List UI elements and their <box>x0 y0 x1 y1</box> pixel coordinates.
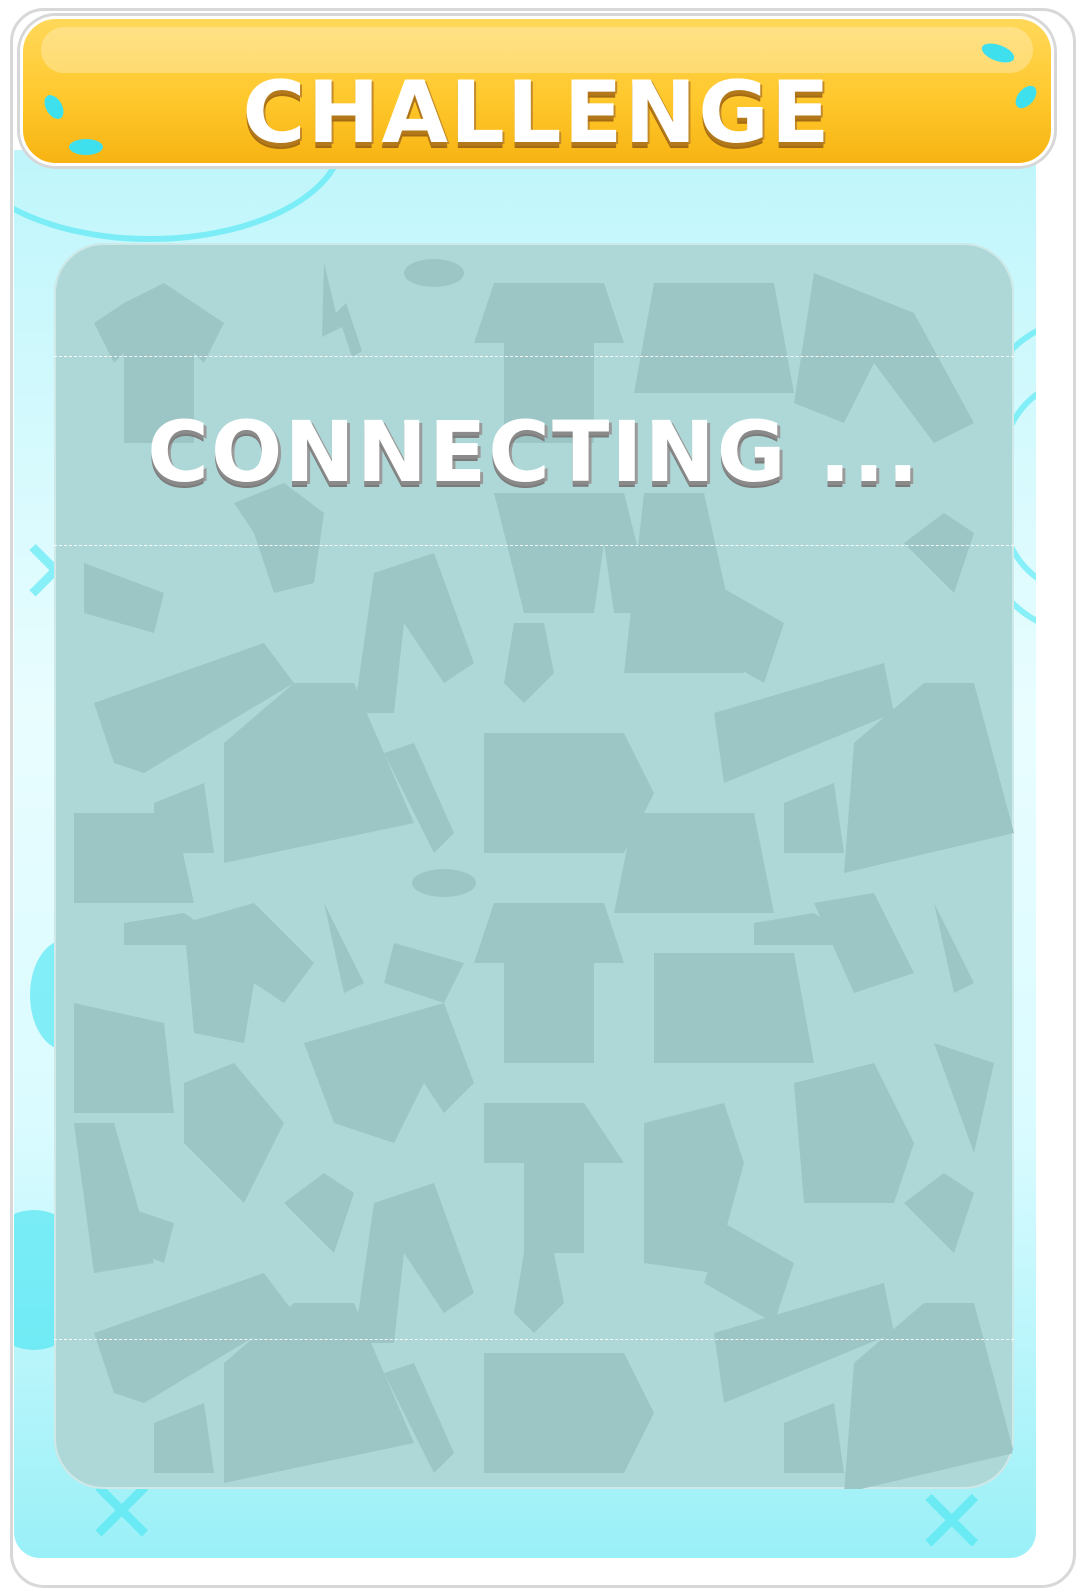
glove-icon <box>934 903 974 993</box>
glove-icon <box>324 903 364 993</box>
bra-icon <box>412 869 476 897</box>
tshirt-icon <box>474 903 624 1063</box>
shoe-icon <box>904 1173 974 1253</box>
connecting-status: CONNECTING ... <box>147 403 921 501</box>
divider-line <box>54 545 1014 546</box>
shoe-icon <box>904 513 974 593</box>
shirt-icon <box>794 1063 914 1203</box>
pants-icon <box>354 553 474 713</box>
glove-icon <box>322 263 362 357</box>
connecting-panel: CONNECTING ... <box>54 243 1014 1489</box>
jeans-icon <box>654 953 814 1063</box>
heel-icon <box>784 783 844 853</box>
underwear-icon <box>384 943 464 1003</box>
underwear-icon <box>84 563 164 633</box>
bra-icon <box>404 259 464 287</box>
skirt-icon <box>634 283 794 393</box>
sock-icon <box>514 1253 564 1333</box>
jeans-icon <box>484 733 654 853</box>
pants-icon <box>354 1183 474 1343</box>
skirt-icon <box>74 813 194 903</box>
sweater-icon <box>484 1103 624 1253</box>
heel-icon <box>154 1403 214 1473</box>
sweater-icon <box>494 493 654 613</box>
shoe-icon <box>284 1173 354 1253</box>
jacket-icon <box>74 1003 174 1113</box>
jeans-icon <box>484 1353 654 1473</box>
shoe-icon <box>124 913 214 945</box>
jacket-icon <box>184 903 314 1043</box>
heel-icon <box>784 1403 844 1473</box>
shirt-icon <box>184 1063 284 1203</box>
jacket-icon <box>934 1043 994 1153</box>
divider-line <box>54 1339 1014 1340</box>
divider-line <box>54 356 1014 357</box>
page-title: CHALLENGE <box>242 63 832 163</box>
sock-icon <box>504 623 554 703</box>
skirt-icon <box>614 813 774 913</box>
challenge-header: CHALLENGE <box>20 16 1054 166</box>
jacket-icon <box>304 1003 474 1143</box>
